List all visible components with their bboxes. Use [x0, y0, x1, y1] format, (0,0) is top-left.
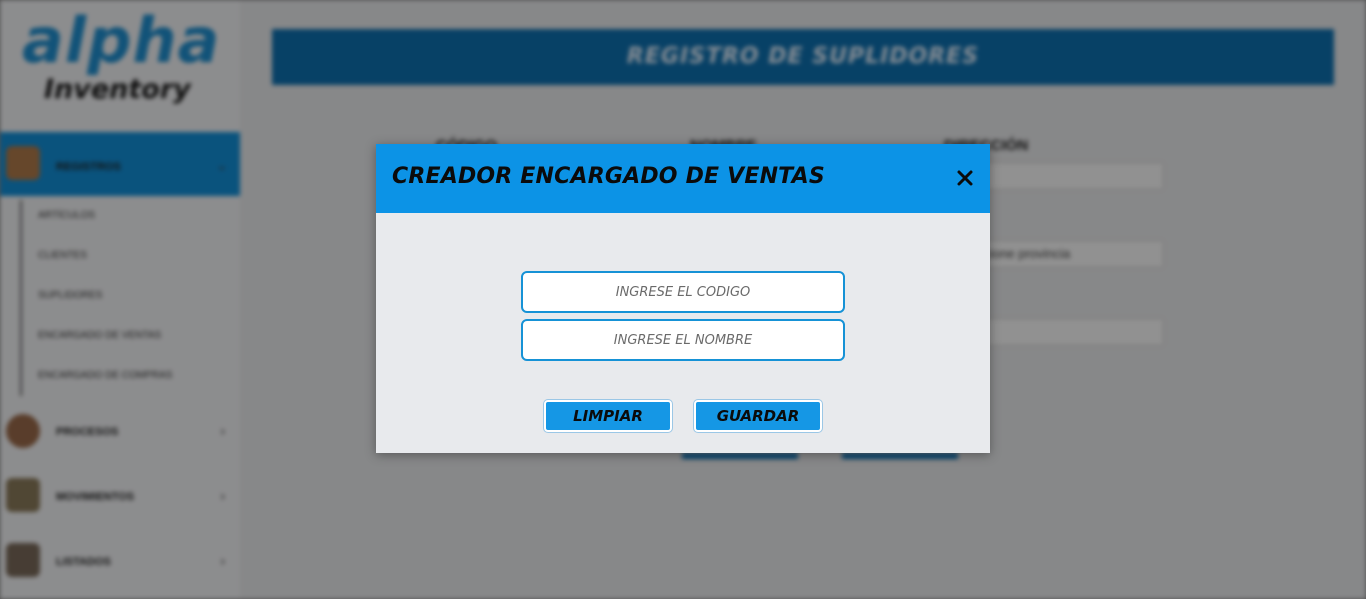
code-input[interactable]	[521, 271, 845, 313]
save-button[interactable]: GUARDAR	[694, 400, 822, 432]
name-input[interactable]	[521, 319, 845, 361]
sales-manager-modal: CREADOR ENCARGADO DE VENTAS LIMPIAR GUAR…	[376, 144, 990, 453]
close-icon[interactable]	[954, 167, 976, 189]
clear-button[interactable]: LIMPIAR	[544, 400, 672, 432]
modal-header: CREADOR ENCARGADO DE VENTAS	[376, 144, 990, 213]
modal-title: CREADOR ENCARGADO DE VENTAS	[392, 164, 825, 189]
